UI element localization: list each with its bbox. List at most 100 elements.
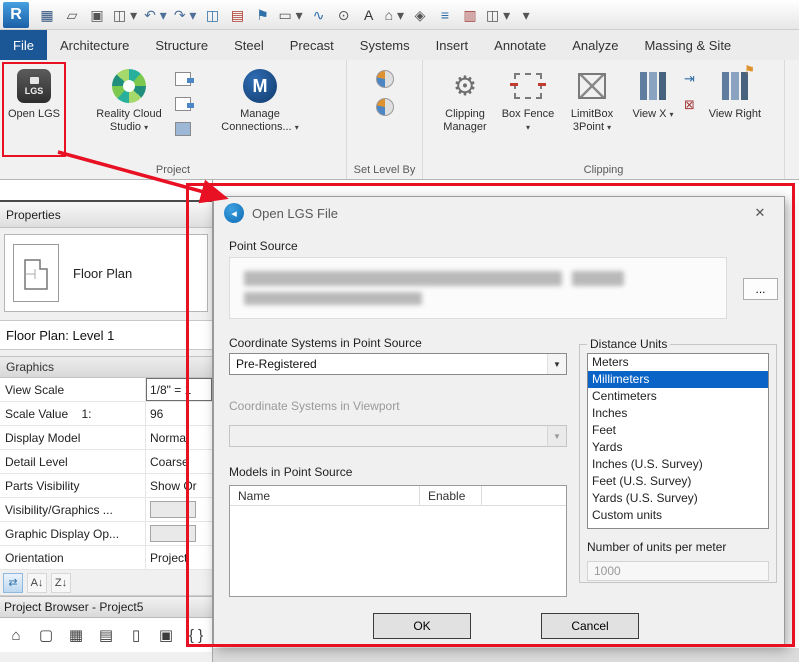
distance-unit-item[interactable]: Millimeters — [588, 371, 768, 388]
ribbon-tab[interactable]: Massing & Site — [631, 30, 744, 60]
distance-unit-item[interactable]: Yards (U.S. Survey) — [588, 490, 768, 507]
properties-interface-icon[interactable]: ⇄ — [3, 573, 23, 593]
zoom-icon[interactable]: ⊙ — [332, 3, 356, 27]
redo-icon[interactable]: ↷ ▾ — [171, 3, 200, 27]
home-view-icon[interactable]: ⌂ ▾ — [382, 3, 407, 27]
column-header-enable[interactable]: Enable — [420, 486, 482, 505]
distance-unit-item[interactable]: Feet (U.S. Survey) — [588, 473, 768, 490]
save-connection-icon[interactable] — [175, 122, 191, 136]
icon-glyph: ⌂ ▾ — [385, 8, 404, 22]
property-value[interactable]: Normal — [146, 426, 212, 449]
ribbon-tab[interactable]: Steel — [221, 30, 277, 60]
browse-button[interactable]: ... — [743, 278, 778, 300]
braces-icon[interactable]: { } — [186, 627, 206, 644]
property-value[interactable] — [146, 498, 212, 521]
property-label: Scale Value 1: — [0, 402, 146, 425]
switch-windows-icon[interactable]: ◫ ▾ — [483, 3, 513, 27]
set-level-bottom-icon[interactable] — [376, 98, 394, 116]
ribbon-tab[interactable]: Architecture — [47, 30, 142, 60]
save-icon[interactable]: ▣ — [85, 3, 109, 27]
view-in-box-icon[interactable]: ⇥ — [684, 72, 695, 85]
ribbon-tab[interactable]: Systems — [347, 30, 423, 60]
transfer-standards-icon[interactable]: ▤ — [225, 3, 249, 27]
point-source-field[interactable] — [229, 257, 727, 319]
group-icon[interactable]: ▣ — [156, 626, 176, 644]
graphics-section-header[interactable]: Graphics — [0, 356, 212, 378]
open-lgs-button[interactable]: LGS Open LGS — [4, 63, 64, 121]
ribbon-tab[interactable]: File — [0, 30, 47, 60]
set-level-top-icon[interactable] — [376, 70, 394, 88]
property-value[interactable]: 96 — [146, 402, 212, 425]
publish-connection-icon[interactable] — [175, 72, 191, 86]
text-icon[interactable]: A — [357, 3, 381, 27]
close-icon[interactable]: ✕ — [746, 201, 774, 225]
distance-unit-item[interactable]: Yards — [588, 439, 768, 456]
property-value[interactable] — [146, 522, 212, 545]
distance-unit-item[interactable]: Centimeters — [588, 388, 768, 405]
ribbon-tab[interactable]: Analyze — [559, 30, 631, 60]
project-browser-title[interactable]: Project Browser - Project5 — [0, 596, 212, 618]
sheet-icon[interactable]: ▯ — [126, 626, 146, 644]
clipping-manager-button[interactable]: ⚙ Clipping Manager — [431, 63, 499, 134]
distance-unit-item[interactable]: Inches (U.S. Survey) — [588, 456, 768, 473]
undo-icon[interactable]: ↶ ▾ — [141, 3, 170, 27]
measure-icon[interactable]: ⚑ — [250, 3, 274, 27]
spline-icon[interactable]: ∿ — [307, 3, 331, 27]
paste-icon[interactable]: ▥ — [458, 3, 482, 27]
redacted-text — [244, 271, 562, 286]
load-connection-icon[interactable] — [175, 97, 191, 111]
property-value[interactable]: Show Or — [146, 474, 212, 497]
property-row: Visibility/Graphics ... — [0, 498, 212, 522]
sort-descending-icon[interactable]: Z↓ — [51, 573, 71, 593]
region-icon[interactable]: ▢ — [36, 626, 56, 644]
panel-label-set-level-by[interactable]: Set Level By — [347, 164, 422, 176]
combo-arrow-icon[interactable]: ▼ — [547, 354, 566, 374]
dialog-title-bar[interactable]: ◂ Open LGS File ✕ — [214, 197, 784, 229]
limitbox-3point-button[interactable]: LimitBox 3Point ▾ — [559, 63, 625, 134]
icon-glyph: ▱ — [67, 8, 78, 22]
instance-selector[interactable]: Floor Plan: Level 1 — [0, 320, 212, 350]
project-views-icon[interactable]: ▦ — [35, 3, 59, 27]
distance-unit-item[interactable]: Feet — [588, 422, 768, 439]
models-table[interactable]: Name Enable — [229, 485, 567, 597]
ribbon-tab[interactable]: Structure — [142, 30, 221, 60]
project-tree-icon[interactable]: ⌂ — [6, 627, 26, 644]
view-right-button[interactable]: ⚑ View Right — [706, 63, 764, 121]
cancel-button[interactable]: Cancel — [541, 613, 639, 639]
revit-logo[interactable]: R — [3, 2, 29, 28]
ok-button[interactable]: OK — [373, 613, 471, 639]
sort-ascending-icon[interactable]: A↓ — [27, 573, 47, 593]
type-selector[interactable]: Floor Plan — [4, 234, 208, 312]
ribbon-tab[interactable]: Precast — [277, 30, 347, 60]
panel-label-clipping[interactable]: Clipping — [423, 164, 784, 176]
property-row: Orientation Project — [0, 546, 212, 570]
property-value[interactable]: Project — [146, 546, 212, 569]
ribbon-tab-bar: FileArchitectureStructureSteelPrecastSys… — [0, 30, 799, 60]
print-preview-icon[interactable]: ◫ — [200, 3, 224, 27]
manage-connections-button[interactable]: M Manage Connections... ▾ — [206, 63, 314, 134]
view-x-button[interactable]: View X ▾ — [629, 63, 677, 121]
navigate-icon[interactable]: ◈ — [408, 3, 432, 27]
remove-view-icon[interactable]: ⊠ — [684, 98, 695, 111]
open-file-icon[interactable]: ▱ — [60, 3, 84, 27]
quick-access-toolbar: R▦▱▣◫ ▾↶ ▾↷ ▾◫▤⚑▭ ▾∿⊙A⌂ ▾◈≡▥◫ ▾▾ — [0, 0, 799, 30]
box-fence-button[interactable]: Box Fence ▾ — [501, 63, 555, 134]
filter-sliders-icon[interactable]: ≡ — [433, 3, 457, 27]
ribbon-tab[interactable]: Insert — [423, 30, 482, 60]
aligned-dimension-icon[interactable]: ▭ ▾ — [275, 3, 305, 27]
drawing-canvas[interactable] — [213, 648, 799, 662]
schedule-icon[interactable]: ▤ — [96, 626, 116, 644]
distance-unit-item[interactable]: Inches — [588, 405, 768, 422]
customize-qat-icon[interactable]: ▾ — [514, 3, 538, 27]
property-value[interactable]: 1/8" = 1 — [146, 378, 212, 401]
column-header-name[interactable]: Name — [230, 486, 420, 505]
reality-cloud-studio-button[interactable]: Reality Cloud Studio ▾ — [90, 63, 168, 134]
coordinate-systems-combo[interactable]: Pre-Registered ▼ — [229, 353, 567, 375]
ribbon-tab[interactable]: Annotate — [481, 30, 559, 60]
distance-unit-item[interactable]: Meters — [588, 354, 768, 371]
panel-label-project[interactable]: Project — [0, 164, 346, 176]
property-value[interactable]: Coarse — [146, 450, 212, 473]
distance-unit-item[interactable]: Custom units — [588, 507, 768, 524]
grid-icon[interactable]: ▦ — [66, 626, 86, 644]
print-icon[interactable]: ◫ ▾ — [110, 3, 140, 27]
